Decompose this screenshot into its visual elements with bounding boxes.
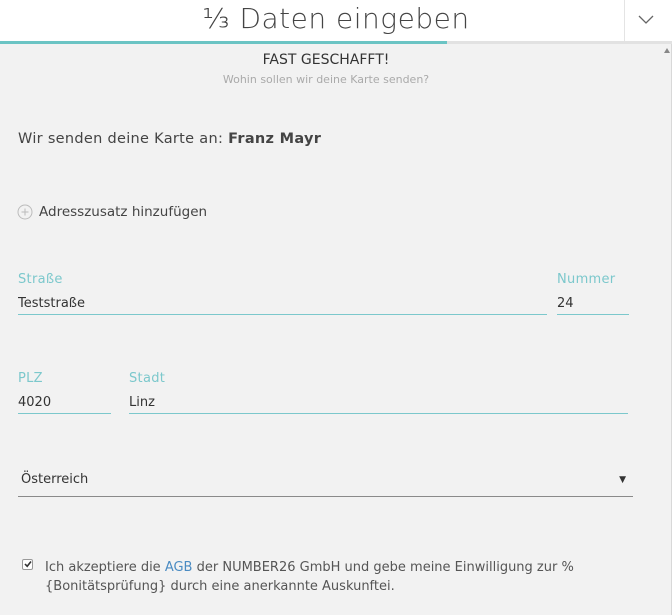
chevron-down-icon[interactable] xyxy=(637,12,655,26)
zip-label: PLZ xyxy=(18,371,43,386)
add-address-addition-label: Adresszusatz hinzufügen xyxy=(39,204,208,220)
agb-text-before: Ich akzeptiere die xyxy=(45,560,165,575)
city-field: Stadt xyxy=(129,371,628,414)
street-label: Straße xyxy=(18,272,63,287)
progress-bar xyxy=(0,41,672,44)
checkmark-icon xyxy=(24,561,32,568)
agb-text: Ich akzeptiere die AGB der NUMBER26 GmbH… xyxy=(45,558,585,596)
street-field: Straße xyxy=(18,272,547,315)
add-address-addition-button[interactable]: Adresszusatz hinzufügen xyxy=(17,204,207,220)
scrollbar-up-arrow-icon[interactable] xyxy=(663,44,671,58)
recipient-line: Wir senden deine Karte an: Franz Mayr xyxy=(18,131,321,147)
number-field: Nummer xyxy=(557,272,629,315)
zip-field: PLZ xyxy=(18,371,111,414)
country-value: Österreich xyxy=(21,472,89,487)
header: ⅓ Daten eingeben xyxy=(0,0,672,42)
progress-fill xyxy=(0,41,447,44)
zip-input[interactable] xyxy=(18,392,111,414)
agb-link[interactable]: AGB xyxy=(165,560,193,575)
city-label: Stadt xyxy=(129,371,166,386)
number-label: Nummer xyxy=(557,272,616,287)
recipient-prefix: Wir senden deine Karte an: xyxy=(18,131,224,147)
city-input[interactable] xyxy=(129,392,628,414)
plus-circle-icon xyxy=(17,204,33,220)
recipient-name: Franz Mayr xyxy=(228,131,322,147)
page: ⅓ Daten eingeben FAST GESCHAFFT! Wohin s… xyxy=(0,0,672,615)
country-select[interactable]: Österreich ▼ xyxy=(18,467,633,497)
street-input[interactable] xyxy=(18,293,547,315)
dropdown-arrow-icon: ▼ xyxy=(619,475,626,485)
agb-checkbox[interactable] xyxy=(22,559,33,570)
page-title: ⅓ Daten eingeben xyxy=(202,2,470,35)
number-input[interactable] xyxy=(557,293,629,315)
step-subtitle: Wohin sollen wir deine Karte senden? xyxy=(222,73,430,86)
header-divider xyxy=(624,0,625,42)
step-title: FAST GESCHAFFT! xyxy=(262,52,390,68)
